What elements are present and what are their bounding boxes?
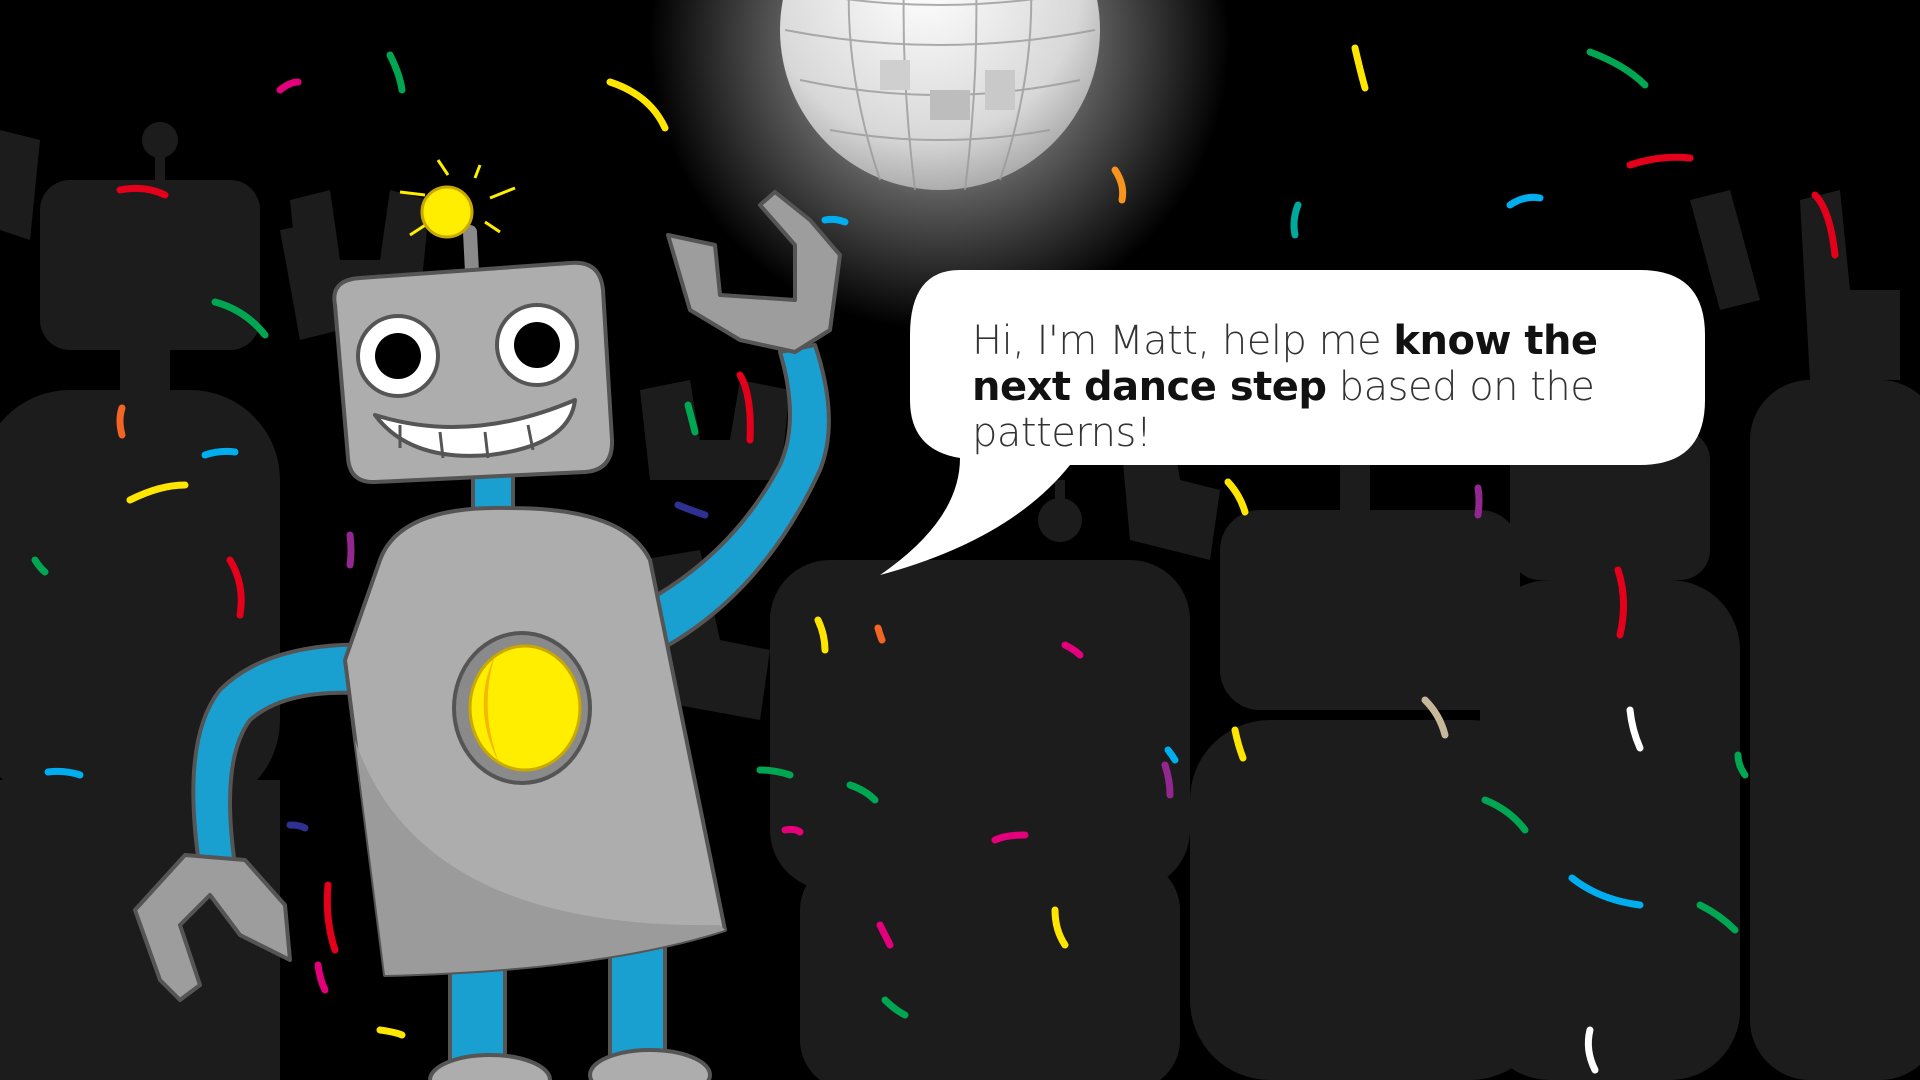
speech-intro: Hi, I'm Matt, help me — [972, 318, 1394, 364]
antenna-stem — [463, 225, 479, 279]
speech-bubble-text: Hi, I'm Matt, help me know the next danc… — [972, 318, 1692, 456]
dance-floor-scene — [0, 0, 1920, 1080]
